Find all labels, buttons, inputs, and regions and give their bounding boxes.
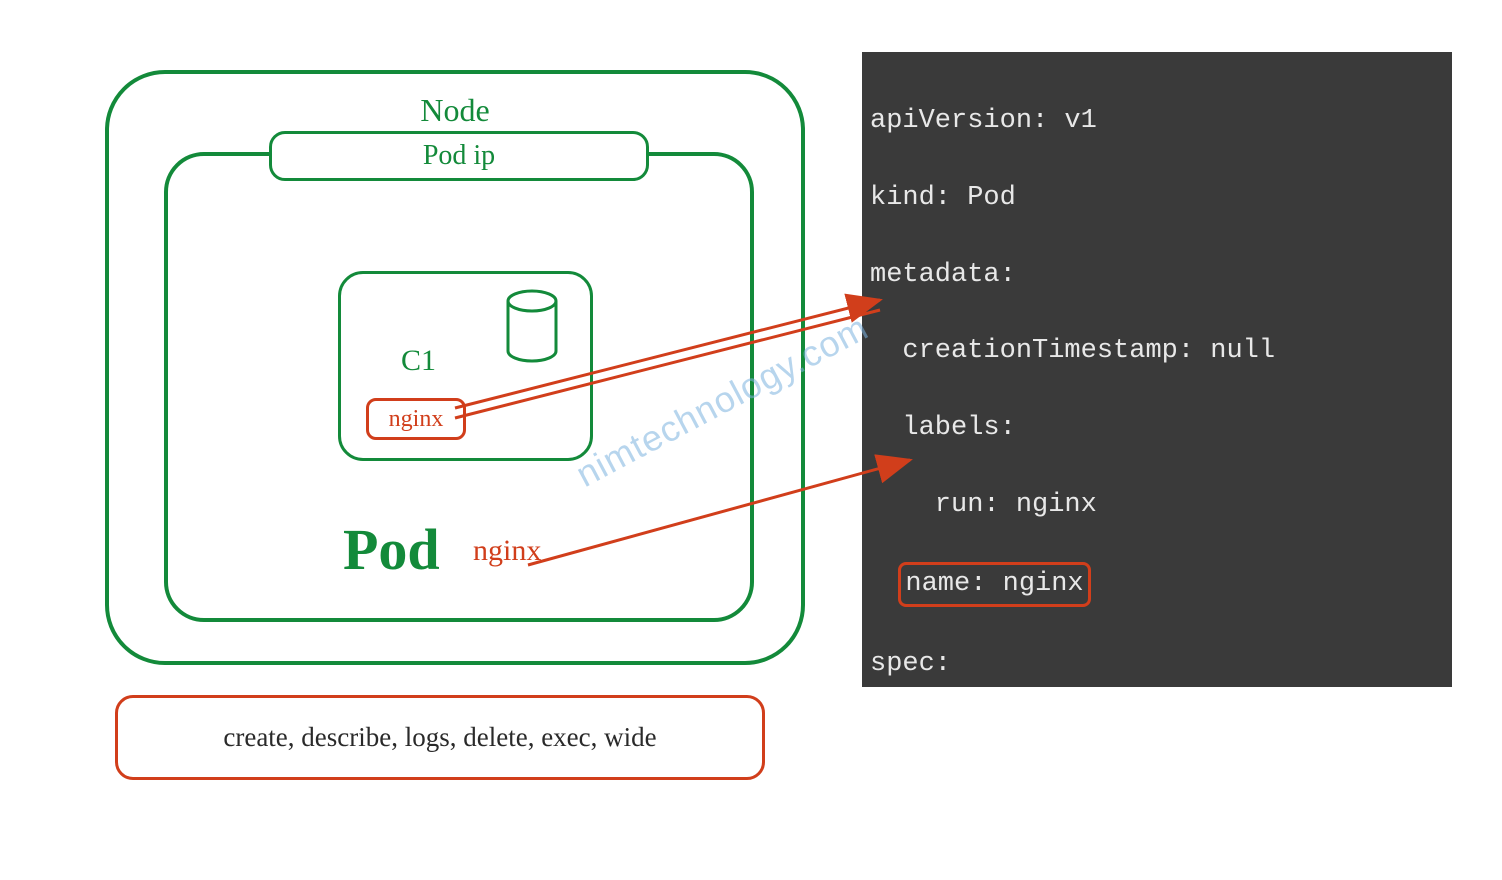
pod-ip-box: Pod ip: [269, 131, 649, 181]
pod-ip-label: Pod ip: [423, 140, 495, 172]
commands-box: create, describe, logs, delete, exec, wi…: [115, 695, 765, 780]
yaml-line-highlighted: name: nginx: [870, 562, 1444, 606]
container-box: C1 nginx: [338, 271, 593, 461]
nginx-label: nginx: [389, 406, 444, 433]
pod-name-label: nginx: [473, 534, 541, 568]
yaml-line: run: nginx: [870, 486, 1444, 524]
pod-box: Pod ip C1 nginx Pod nginx: [164, 152, 754, 622]
diagram-area: Node Pod ip C1 nginx Pod nginx create, d…: [0, 0, 860, 880]
node-box: Node Pod ip C1 nginx Pod nginx: [105, 70, 805, 665]
database-icon: [505, 289, 560, 364]
yaml-line: kind: Pod: [870, 179, 1444, 217]
yaml-line: creationTimestamp: null: [870, 332, 1444, 370]
nginx-box: nginx: [366, 398, 466, 440]
yaml-line: metadata:: [870, 256, 1444, 294]
yaml-line: labels:: [870, 409, 1444, 447]
yaml-code-panel: apiVersion: v1 kind: Pod metadata: creat…: [862, 52, 1452, 687]
container-label: C1: [401, 344, 436, 378]
highlight-metadata-name: name: nginx: [898, 562, 1090, 606]
commands-text: create, describe, logs, delete, exec, wi…: [223, 722, 656, 753]
pod-label: Pod: [343, 516, 440, 583]
yaml-line: spec:: [870, 645, 1444, 683]
node-label: Node: [420, 92, 489, 129]
yaml-line: apiVersion: v1: [870, 102, 1444, 140]
